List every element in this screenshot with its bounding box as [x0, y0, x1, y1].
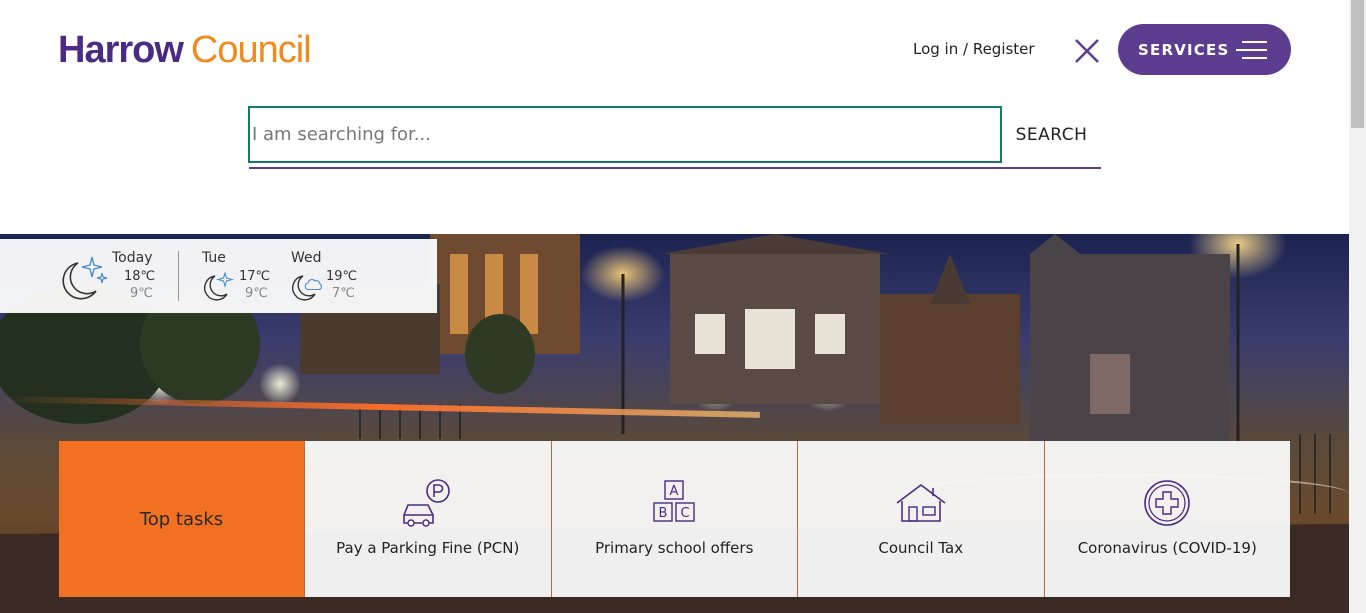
services-menu-button[interactable]: SERVICES — [1118, 24, 1291, 75]
search-underline — [249, 167, 1101, 169]
weather-low: 7℃ — [332, 286, 355, 301]
close-icon[interactable] — [1072, 36, 1102, 66]
task-primary-school-offers[interactable]: A B C Primary school offers — [550, 441, 797, 597]
logo-word-council: Council — [190, 29, 312, 71]
search-input[interactable] — [248, 106, 1002, 163]
hamburger-menu-icon — [1236, 41, 1267, 59]
harrow-council-logo[interactable]: Harrow Council — [58, 28, 312, 72]
login-register-link[interactable]: Log in / Register — [913, 40, 1035, 58]
parking-car-icon — [402, 479, 450, 527]
medical-cross-icon — [1144, 480, 1191, 526]
weather-day-name: Today — [112, 250, 153, 266]
search-button[interactable]: SEARCH — [1002, 106, 1101, 164]
abc-blocks-icon: A B C — [653, 480, 695, 522]
moon-stars-icon — [62, 256, 108, 300]
task-label: Council Tax — [878, 539, 964, 557]
moon-cloud-icon — [291, 275, 322, 301]
weather-high: 17℃ — [239, 269, 271, 284]
house-icon — [896, 484, 946, 522]
task-council-tax[interactable]: Council Tax — [797, 441, 1044, 597]
task-label: Coronavirus (COVID-19) — [1077, 539, 1257, 557]
task-label: Pay a Parking Fine (PCN) — [336, 539, 520, 557]
task-label: Primary school offers — [595, 539, 754, 557]
weather-day-today: Today 18℃ 9℃ — [58, 239, 168, 313]
weather-low: 9℃ — [245, 286, 268, 301]
top-tasks-panel: Top tasks Pay a Parking Fine (PCN) A B C… — [59, 441, 1290, 597]
svg-text:C: C — [681, 506, 690, 521]
task-pay-parking-fine[interactable]: Pay a Parking Fine (PCN) — [304, 441, 551, 597]
weather-widget: Today 18℃ 9℃ Tue 17℃ 9℃ Wed 19℃ 7℃ — [0, 239, 437, 313]
logo-word-harrow: Harrow — [58, 29, 184, 71]
scrollbar-thumb[interactable] — [1351, 0, 1364, 128]
task-coronavirus[interactable]: Coronavirus (COVID-19) — [1043, 441, 1290, 597]
weather-low: 9℃ — [130, 286, 153, 301]
page-scrollbar[interactable] — [1349, 0, 1366, 613]
svg-text:A: A — [670, 484, 679, 499]
weather-divider — [178, 251, 179, 301]
weather-day-tue: Tue 17℃ 9℃ — [202, 239, 272, 313]
top-tasks-heading: Top tasks — [139, 508, 224, 530]
services-label: SERVICES — [1138, 40, 1230, 59]
weather-high: 19℃ — [326, 269, 358, 284]
svg-text:B: B — [659, 506, 668, 521]
weather-day-wed: Wed 19℃ 7℃ — [290, 239, 360, 313]
moon-stars-icon — [203, 271, 235, 301]
top-tasks-heading-tile: Top tasks — [59, 441, 304, 597]
weather-day-name: Wed — [291, 250, 322, 266]
weather-high: 18℃ — [124, 269, 156, 284]
weather-day-name: Tue — [202, 250, 226, 266]
